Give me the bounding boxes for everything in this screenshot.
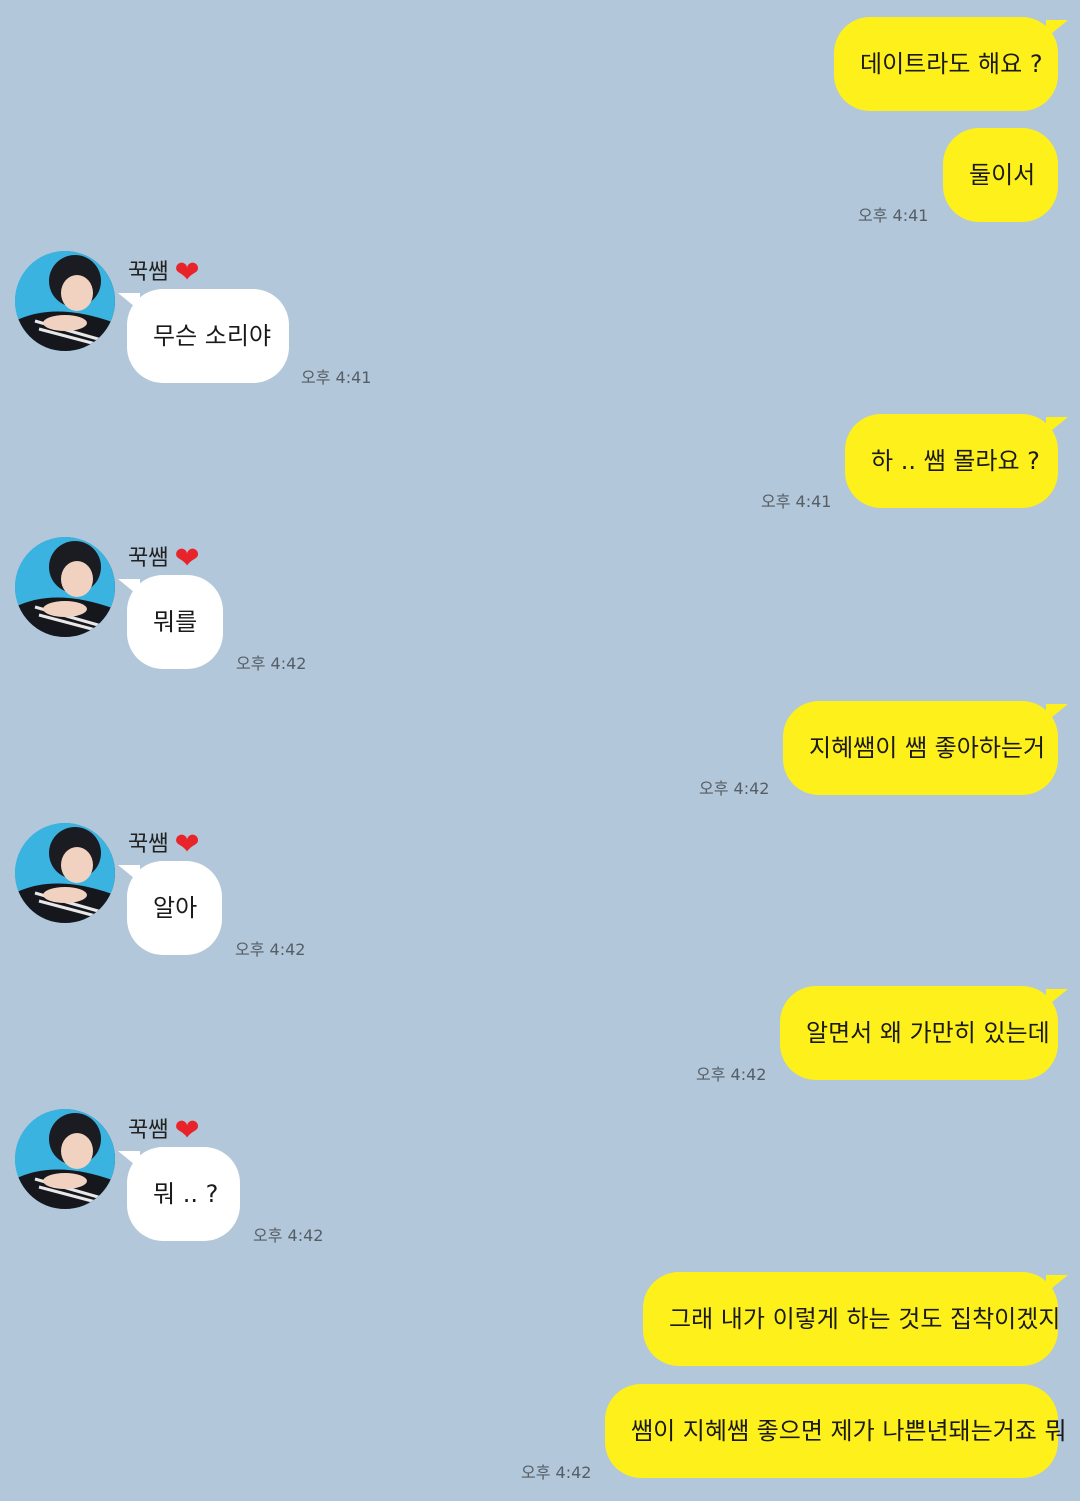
message-time: 오후 4:42 bbox=[235, 940, 306, 959]
my-message-bubble[interactable]: 하 .. 쌤 몰라요 ? bbox=[845, 414, 1058, 508]
heart-icon: ❤ bbox=[174, 255, 200, 290]
message-time: 오후 4:42 bbox=[699, 779, 770, 798]
my-message-bubble[interactable]: 지혜쌤이 쌤 좋아하는거 bbox=[783, 701, 1058, 795]
message-time: 오후 4:42 bbox=[236, 654, 307, 673]
bubble-tail bbox=[1046, 989, 1068, 1007]
contact-avatar[interactable] bbox=[15, 1109, 115, 1209]
message-time: 오후 4:41 bbox=[761, 492, 832, 511]
message-time: 오후 4:41 bbox=[858, 206, 929, 225]
message-time: 오후 4:42 bbox=[521, 1463, 592, 1482]
my-message-bubble[interactable]: 둘이서 bbox=[943, 128, 1058, 222]
their-message-bubble[interactable]: 알아 bbox=[127, 861, 222, 955]
my-message-bubble[interactable]: 쌤이 지혜쌤 좋으면 제가 나쁜년돼는거죠 뭐 bbox=[605, 1384, 1067, 1478]
contact-name: 꾹쌤 ❤ bbox=[128, 541, 200, 576]
message-time: 오후 4:41 bbox=[301, 368, 372, 387]
heart-icon: ❤ bbox=[174, 1113, 200, 1148]
contact-name: 꾹쌤 ❤ bbox=[128, 827, 200, 862]
their-message-bubble[interactable]: 무슨 소리야 bbox=[127, 289, 289, 383]
contact-name: 꾹쌤 ❤ bbox=[128, 255, 200, 290]
my-message-bubble[interactable]: 알면서 왜 가만히 있는데 bbox=[780, 986, 1058, 1080]
contact-avatar[interactable] bbox=[15, 823, 115, 923]
heart-icon: ❤ bbox=[174, 827, 200, 862]
bubble-tail bbox=[1046, 20, 1068, 38]
message-time: 오후 4:42 bbox=[253, 1226, 324, 1245]
bubble-tail bbox=[1046, 1275, 1068, 1293]
heart-icon: ❤ bbox=[174, 541, 200, 576]
contact-name: 꾹쌤 ❤ bbox=[128, 1113, 200, 1148]
contact-avatar[interactable] bbox=[15, 251, 115, 351]
message-time: 오후 4:42 bbox=[696, 1065, 767, 1084]
my-message-bubble[interactable]: 그래 내가 이렇게 하는 것도 집착이겠지 bbox=[643, 1272, 1060, 1366]
their-message-bubble[interactable]: 뭐를 bbox=[127, 575, 223, 669]
bubble-tail bbox=[1046, 704, 1068, 722]
their-message-bubble[interactable]: 뭐 .. ? bbox=[127, 1147, 240, 1241]
my-message-bubble[interactable]: 데이트라도 해요 ? bbox=[834, 17, 1058, 111]
bubble-tail bbox=[1046, 417, 1068, 435]
contact-avatar[interactable] bbox=[15, 537, 115, 637]
